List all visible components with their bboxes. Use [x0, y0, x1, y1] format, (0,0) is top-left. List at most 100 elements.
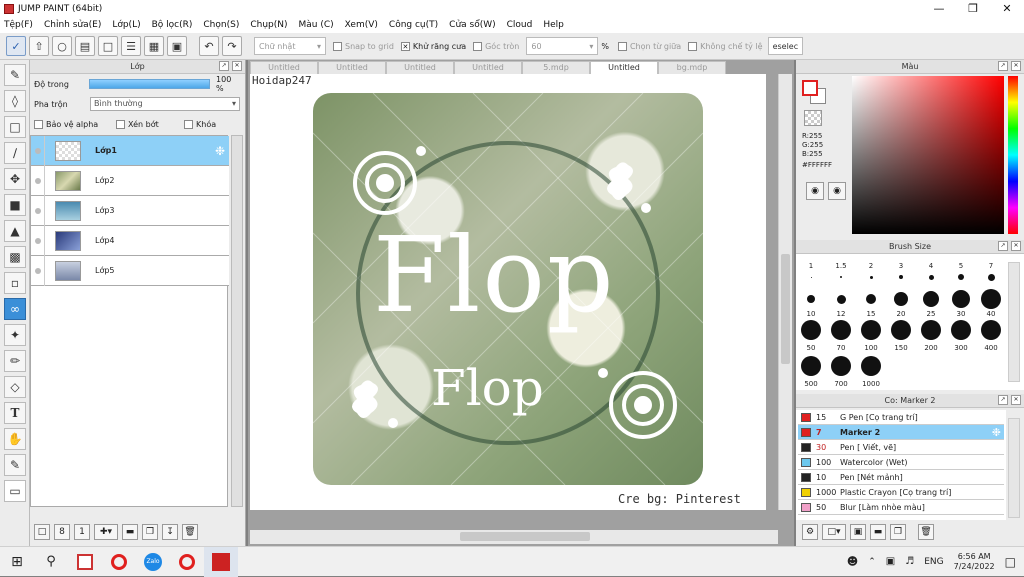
- fill-rect-tool-icon[interactable]: ■: [4, 194, 26, 216]
- tab-untitled-active[interactable]: Untitled: [590, 61, 658, 74]
- menu-edit[interactable]: Chỉnh sửa(E): [44, 20, 101, 30]
- brush-size-option[interactable]: 1000: [856, 352, 886, 388]
- menu-file[interactable]: Tệp(F): [4, 20, 33, 30]
- select-center-checkbox[interactable]: [617, 41, 627, 51]
- select-center-option[interactable]: Chọn từ giữa: [617, 41, 681, 51]
- new-layer-icon[interactable]: □: [34, 524, 50, 540]
- brush-size-option[interactable]: 100: [856, 316, 886, 352]
- transparent-color-swatch[interactable]: [804, 110, 822, 126]
- layer-row-5[interactable]: Lớp5: [31, 255, 229, 286]
- corner-value-input[interactable]: 60 ▾: [526, 37, 599, 55]
- subtool-item[interactable]: 30 Pen [ Viết, vẽ]: [798, 440, 1004, 455]
- brush-size-option[interactable]: 70: [826, 316, 856, 352]
- grid-panel-icon[interactable]: ▦: [144, 36, 164, 56]
- brush-size-option[interactable]: 50: [796, 316, 826, 352]
- subtool-item[interactable]: 15 G Pen [Cọ trang trí]: [798, 410, 1004, 425]
- layer-list-scrollbar[interactable]: [231, 135, 243, 507]
- new-1bit-layer-icon[interactable]: 1: [74, 524, 90, 540]
- menu-tools[interactable]: Công cụ(T): [389, 20, 438, 30]
- brush-size-option[interactable]: 15: [856, 288, 886, 318]
- layer-row-3[interactable]: Lớp3: [31, 195, 229, 226]
- opacity-slider[interactable]: [89, 79, 211, 89]
- visibility-icon[interactable]: [31, 135, 45, 166]
- delete-subtool-icon[interactable]: 🗑: [918, 524, 934, 540]
- panel-close-icon[interactable]: ✕: [232, 61, 242, 71]
- maximize-button[interactable]: ❐: [956, 2, 990, 15]
- panel-float-icon[interactable]: ↗: [998, 395, 1008, 405]
- rectangle-tool-icon[interactable]: □: [4, 116, 26, 138]
- canvas-vertical-scrollbar[interactable]: [778, 74, 792, 510]
- brush-size-option[interactable]: 150: [886, 316, 916, 352]
- subtool-item[interactable]: 10 Pen [Nét mảnh]: [798, 470, 1004, 485]
- move-tool-icon[interactable]: ✥: [4, 168, 26, 190]
- merge-layer-icon[interactable]: ↧: [162, 524, 178, 540]
- lasso-tool-icon[interactable]: ∞: [4, 298, 26, 320]
- volume-icon[interactable]: ♬: [905, 556, 914, 567]
- brush-size-option[interactable]: 4: [916, 262, 946, 284]
- menu-cloud[interactable]: Cloud: [507, 20, 533, 30]
- subtool-scrollbar[interactable]: [1008, 418, 1020, 518]
- undo-icon[interactable]: ↶: [199, 36, 219, 56]
- layer-row-4[interactable]: Lớp4: [31, 225, 229, 256]
- tab-untitled-3[interactable]: Untitled: [386, 61, 454, 74]
- gradient-tool-icon[interactable]: ▩: [4, 246, 26, 268]
- snap-checkbox[interactable]: [333, 41, 342, 51]
- brush-panel-scrollbar[interactable]: [1008, 262, 1020, 382]
- menu-color[interactable]: Màu (C): [299, 20, 334, 30]
- brush-size-option[interactable]: 40: [976, 288, 1006, 318]
- line-tool-icon[interactable]: ∕: [4, 142, 26, 164]
- message-icon[interactable]: ▤: [75, 36, 95, 56]
- hand-tool-icon[interactable]: ✋: [4, 428, 26, 450]
- panel-float-icon[interactable]: ↗: [219, 61, 229, 71]
- search-icon[interactable]: ⚲: [34, 547, 68, 577]
- select-rect-tool-icon[interactable]: ▫: [4, 272, 26, 294]
- brush-size-option[interactable]: 200: [916, 316, 946, 352]
- menu-filter[interactable]: Bộ lọc(R): [152, 20, 193, 30]
- new-subtool-menu-icon[interactable]: □▾: [822, 524, 846, 540]
- protect-alpha-checkbox[interactable]: [34, 119, 43, 129]
- foreground-color-swatch[interactable]: [802, 80, 818, 96]
- comment-icon[interactable]: ○: [52, 36, 72, 56]
- visibility-icon[interactable]: [31, 225, 45, 256]
- corner-checkbox[interactable]: [473, 41, 483, 51]
- panel-close-icon[interactable]: ✕: [1011, 241, 1021, 251]
- brush-size-option[interactable]: 300: [946, 316, 976, 352]
- visibility-icon[interactable]: [31, 195, 45, 226]
- brush-size-option[interactable]: 1.5: [826, 262, 856, 284]
- duplicate-layer-icon[interactable]: ❐: [142, 524, 158, 540]
- brush-size-option[interactable]: 12: [826, 288, 856, 318]
- delete-layer-icon[interactable]: 🗑: [182, 524, 198, 540]
- export-icon[interactable]: ⇧: [29, 36, 49, 56]
- show-hidden-icons-icon[interactable]: ⌃: [868, 557, 876, 567]
- vscroll-thumb[interactable]: [781, 254, 790, 364]
- brush-mode-icon[interactable]: ✓: [6, 36, 26, 56]
- folder-icon[interactable]: ▬: [122, 524, 138, 540]
- antialias-option[interactable]: ✕ Khử răng cưa: [400, 41, 466, 51]
- subtool-item[interactable]: 1000 Plastic Crayon [Cọ trang trí]: [798, 485, 1004, 500]
- brush-size-option[interactable]: 400: [976, 316, 1006, 352]
- color-swatch-icon[interactable]: ▭: [4, 480, 26, 502]
- subtool-item[interactable]: 100 Watercolor (Wet): [798, 455, 1004, 470]
- brush-size-option[interactable]: 500: [796, 352, 826, 388]
- app-shortcut-icon[interactable]: [68, 547, 102, 577]
- lock-checkbox[interactable]: [184, 119, 193, 129]
- subtool-folder-icon[interactable]: ▬: [870, 524, 886, 540]
- color-picker-icon[interactable]: ◉: [828, 182, 846, 200]
- layer-settings-icon[interactable]: ❉: [215, 144, 225, 158]
- hscroll-thumb[interactable]: [460, 532, 590, 541]
- document-icon[interactable]: □: [98, 36, 118, 56]
- panel-close-icon[interactable]: ✕: [1011, 61, 1021, 71]
- brush-size-option[interactable]: 5: [946, 262, 976, 284]
- duplicate-subtool-icon[interactable]: ❐: [890, 524, 906, 540]
- file-list-icon[interactable]: ☰: [121, 36, 141, 56]
- brush-size-option[interactable]: 700: [826, 352, 856, 388]
- panel-float-icon[interactable]: ↗: [998, 241, 1008, 251]
- antialias-checkbox[interactable]: ✕: [400, 41, 410, 51]
- brush-size-option[interactable]: 7: [976, 262, 1006, 284]
- subtool-item[interactable]: 50 Blur [Làm nhòe màu]: [798, 500, 1004, 515]
- magic-wand-tool-icon[interactable]: ✦: [4, 324, 26, 346]
- opera-gx-icon[interactable]: [170, 547, 204, 577]
- eyedropper-tool-icon[interactable]: ✎: [4, 454, 26, 476]
- bucket-tool-icon[interactable]: ▲: [4, 220, 26, 242]
- brush-size-option[interactable]: 2: [856, 262, 886, 284]
